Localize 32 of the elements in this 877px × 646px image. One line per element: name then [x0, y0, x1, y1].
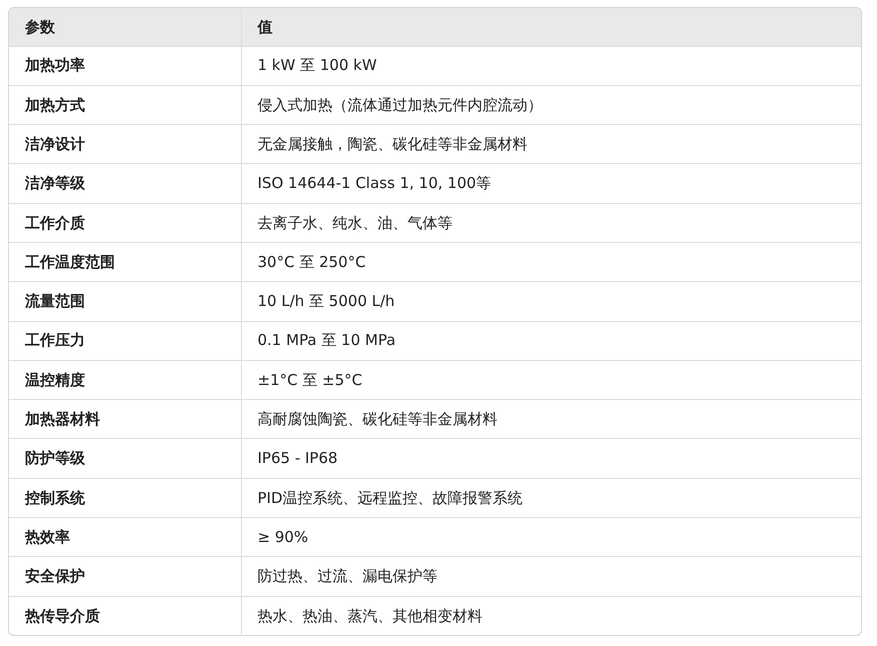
parameter-cell: 工作温度范围 [9, 242, 241, 282]
value-cell: ISO 14644-1 Class 1, 10, 100等 [241, 164, 861, 204]
value-cell: ≥ 90% [241, 518, 861, 557]
parameter-cell: 工作介质 [9, 203, 241, 242]
value-cell: 去离子水、纯水、油、气体等 [241, 203, 861, 242]
value-cell: 30°C 至 250°C [241, 242, 861, 282]
parameter-cell: 安全保护 [9, 556, 241, 596]
value-cell: 1 kW 至 100 kW [241, 46, 861, 86]
value-cell: IP65 - IP68 [241, 438, 861, 478]
parameter-cell: 加热方式 [9, 85, 241, 125]
value-cell: 侵入式加热（流体通过加热元件内腔流动） [241, 85, 861, 125]
parameter-cell: 洁净设计 [9, 124, 241, 164]
value-cell: 无金属接触，陶瓷、碳化硅等非金属材料 [241, 124, 861, 164]
parameter-cell: 热效率 [9, 518, 241, 557]
value-cell: 0.1 MPa 至 10 MPa [241, 321, 861, 360]
parameter-cell: 加热功率 [9, 46, 241, 86]
value-cell: 10 L/h 至 5000 L/h [241, 282, 861, 322]
parameter-cell: 洁净等级 [9, 164, 241, 204]
parameter-cell: 流量范围 [9, 282, 241, 322]
parameter-cell: 工作压力 [9, 321, 241, 360]
value-cell: ±1°C 至 ±5°C [241, 360, 861, 400]
value-cell: 高耐腐蚀陶瓷、碳化硅等非金属材料 [241, 400, 861, 439]
parameter-cell: 控制系统 [9, 478, 241, 518]
value-cell: PID温控系统、远程监控、故障报警系统 [241, 478, 861, 518]
parameter-cell: 热传导介质 [9, 596, 241, 636]
value-cell: 热水、热油、蒸汽、其他相变材料 [241, 596, 861, 636]
column-header: 值 [241, 8, 861, 46]
value-cell: 防过热、过流、漏电保护等 [241, 556, 861, 596]
parameter-cell: 温控精度 [9, 360, 241, 400]
parameter-cell: 加热器材料 [9, 400, 241, 439]
column-header: 参数 [9, 8, 241, 46]
parameter-cell: 防护等级 [9, 438, 241, 478]
